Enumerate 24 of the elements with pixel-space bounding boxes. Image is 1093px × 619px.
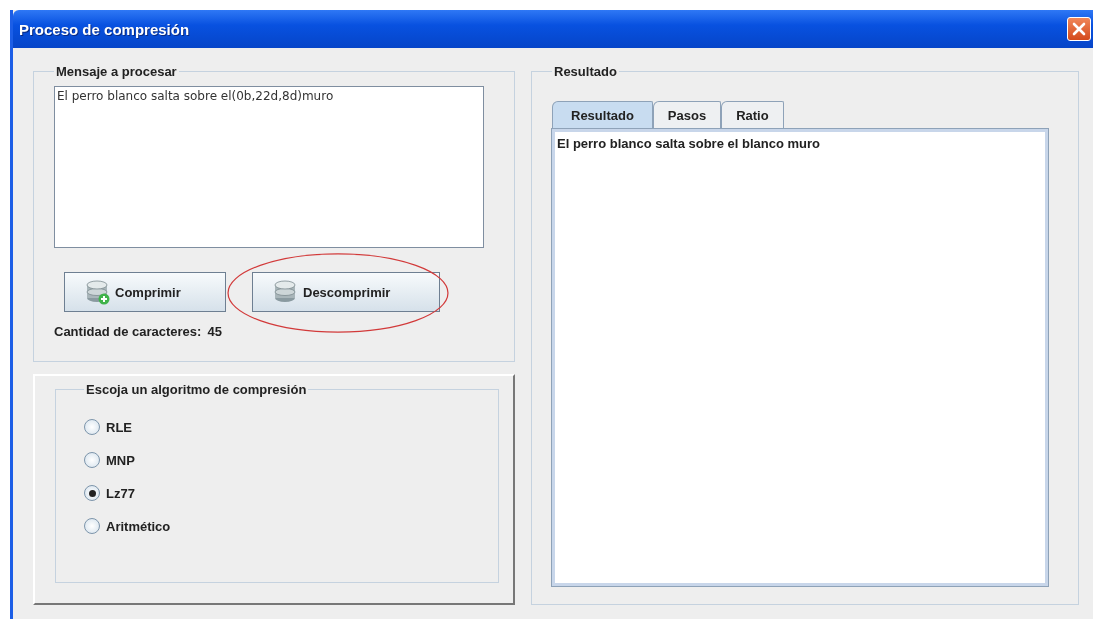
- radio-option[interactable]: Lz77: [84, 485, 470, 501]
- window-title: Proceso de compresión: [19, 20, 190, 38]
- radio-option[interactable]: Aritmético: [84, 518, 470, 534]
- group-title: Mensaje a procesar: [55, 64, 178, 79]
- tab[interactable]: Resultado: [552, 101, 653, 129]
- radio-option[interactable]: RLE: [84, 419, 470, 435]
- message-field[interactable]: El perro blanco salta sobre el(0b,22d,8d)muro: [54, 86, 484, 248]
- radio-button[interactable]: [84, 452, 100, 468]
- tab[interactable]: Ratio: [721, 101, 784, 129]
- group-title: Resultado: [553, 64, 618, 79]
- count-label: Cantidad de caracteres:: [54, 324, 202, 339]
- group-title: Escoja un algoritmo de compresión: [85, 382, 308, 397]
- count-value: 45: [207, 324, 222, 339]
- radio-button[interactable]: [84, 419, 100, 435]
- compress-button[interactable]: Comprimir: [64, 272, 226, 312]
- result-text: El perro blanco salta sobre el blanco muro: [556, 135, 821, 153]
- close-icon: [1072, 22, 1086, 36]
- decompress-button[interactable]: Descomprimir: [252, 272, 440, 312]
- database-add-icon: [85, 279, 111, 305]
- radio-button[interactable]: [84, 518, 100, 534]
- close-button[interactable]: [1067, 17, 1091, 41]
- radio-button[interactable]: [84, 485, 100, 501]
- tab[interactable]: Pasos: [652, 101, 722, 129]
- radio-option[interactable]: MNP: [84, 452, 470, 468]
